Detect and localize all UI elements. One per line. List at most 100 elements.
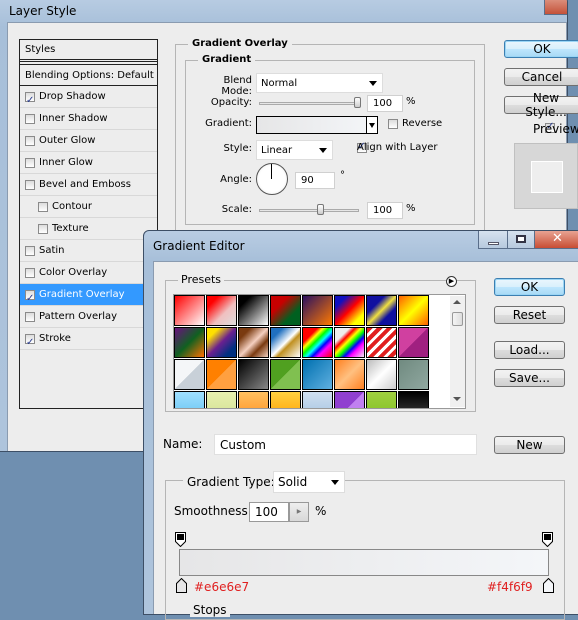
style-item-inner-shadow[interactable]: Inner Shadow (20, 108, 157, 130)
blend-mode-select[interactable]: Normal (256, 73, 383, 93)
checkbox[interactable] (25, 245, 35, 256)
preset-swatch[interactable] (366, 327, 397, 358)
checkbox[interactable] (38, 223, 48, 234)
style-item-satin[interactable]: Satin (20, 240, 157, 262)
checkbox[interactable] (25, 157, 35, 168)
preset-swatch[interactable] (238, 295, 269, 326)
style-item-inner-glow[interactable]: Inner Glow (20, 152, 157, 174)
checkbox[interactable] (25, 288, 35, 309)
maximize-button[interactable] (507, 231, 535, 249)
preset-swatch[interactable] (238, 391, 269, 408)
smoothness-stepper[interactable]: ▶ (289, 502, 309, 522)
gradient-picker-dropdown[interactable] (366, 117, 377, 133)
preview-thumbnail (514, 143, 578, 209)
editor-ok-button[interactable]: OK (494, 278, 565, 296)
style-item-drop-shadow[interactable]: Drop Shadow (20, 86, 157, 111)
preset-swatch[interactable] (366, 391, 397, 408)
preset-swatch[interactable] (174, 327, 205, 358)
gradient-picker[interactable] (256, 116, 378, 134)
style-item-gradient-overlay[interactable]: Gradient Overlay (20, 284, 157, 309)
style-item-label: Outer Glow (39, 135, 96, 146)
blending-options[interactable]: Blending Options: Default (20, 64, 157, 86)
reverse-checkbox[interactable] (388, 119, 398, 129)
angle-input[interactable]: 90 (295, 172, 335, 189)
close-button[interactable]: ✕ (534, 231, 578, 249)
presets-menu-icon[interactable]: ▶ (446, 276, 457, 287)
preset-swatch[interactable] (174, 391, 205, 408)
checkbox[interactable] (25, 179, 35, 190)
reset-button[interactable]: Reset (494, 306, 565, 324)
scale-input[interactable]: 100 (367, 202, 403, 219)
preset-swatch[interactable] (334, 295, 365, 326)
new-button[interactable]: New (494, 436, 565, 454)
ok-button[interactable]: OK (504, 40, 578, 58)
angle-dial[interactable] (256, 163, 288, 195)
preset-swatch[interactable] (398, 359, 429, 390)
checkbox[interactable] (25, 311, 35, 322)
scale-slider-thumb[interactable] (317, 204, 324, 215)
cancel-button[interactable]: Cancel (504, 68, 578, 86)
preset-swatch[interactable] (302, 295, 333, 326)
preset-swatch[interactable] (334, 327, 365, 358)
preset-swatch[interactable] (334, 391, 365, 408)
checkbox[interactable] (25, 135, 35, 146)
opacity-slider[interactable] (259, 102, 359, 105)
checkbox[interactable] (25, 332, 35, 353)
preset-swatch[interactable] (366, 359, 397, 390)
preset-swatch[interactable] (302, 327, 333, 358)
preset-swatch[interactable] (366, 295, 397, 326)
preset-swatch[interactable] (302, 391, 333, 408)
scale-slider[interactable] (259, 209, 359, 212)
preset-swatch[interactable] (206, 327, 237, 358)
preset-swatch[interactable] (206, 359, 237, 390)
preset-swatch[interactable] (206, 295, 237, 326)
styles-header[interactable]: Styles (20, 40, 157, 62)
name-input[interactable]: Custom (214, 434, 477, 455)
preset-swatch[interactable] (174, 359, 205, 390)
style-item-bevel-and-emboss[interactable]: Bevel and Emboss (20, 174, 157, 196)
preset-swatch[interactable] (270, 359, 301, 390)
style-item-color-overlay[interactable]: Color Overlay (20, 262, 157, 284)
style-select[interactable]: Linear (256, 140, 333, 160)
style-value: Linear (261, 144, 293, 156)
gradient-type-select[interactable]: Solid (273, 471, 345, 493)
opacity-stop-right[interactable] (542, 532, 553, 548)
opacity-stop-left[interactable] (175, 532, 186, 548)
preset-swatch[interactable] (270, 391, 301, 408)
checkbox[interactable] (25, 267, 35, 278)
preset-swatch[interactable] (270, 295, 301, 326)
style-item-outer-glow[interactable]: Outer Glow (20, 130, 157, 152)
opacity-slider-thumb[interactable] (354, 97, 361, 108)
preset-swatch[interactable] (398, 327, 429, 358)
style-item-pattern-overlay[interactable]: Pattern Overlay (20, 306, 157, 328)
checkbox[interactable] (38, 201, 48, 212)
save-button[interactable]: Save... (494, 369, 565, 387)
preset-swatch[interactable] (334, 359, 365, 390)
close-button[interactable] (544, 0, 567, 15)
style-item-contour[interactable]: Contour (20, 196, 157, 218)
style-item-texture[interactable]: Texture (20, 218, 157, 240)
load-button[interactable]: Load... (494, 341, 565, 359)
scroll-down-arrow-icon[interactable] (453, 397, 461, 401)
smoothness-input[interactable]: 100 (249, 502, 289, 522)
scroll-thumb[interactable] (452, 312, 463, 326)
scroll-up-arrow-icon[interactable] (453, 300, 461, 304)
new-style-button[interactable]: New Style... (504, 91, 578, 119)
preset-swatch[interactable] (238, 327, 269, 358)
minimize-button[interactable] (478, 231, 508, 249)
preset-swatch[interactable] (302, 359, 333, 390)
presets-scrollbar[interactable] (450, 296, 465, 407)
preset-swatch[interactable] (174, 295, 205, 326)
preset-swatch[interactable] (270, 327, 301, 358)
gradient-preview-bar[interactable] (179, 549, 549, 576)
checkbox[interactable] (25, 90, 35, 111)
preset-swatch[interactable] (398, 391, 429, 408)
opacity-input[interactable]: 100 (367, 95, 403, 112)
preset-swatch[interactable] (398, 295, 429, 326)
color-stop-left[interactable] (176, 577, 187, 593)
color-stop-right[interactable] (543, 577, 554, 593)
checkbox[interactable] (25, 113, 35, 124)
preset-swatch[interactable] (238, 359, 269, 390)
style-item-stroke[interactable]: Stroke (20, 328, 157, 353)
preset-swatch[interactable] (206, 391, 237, 408)
